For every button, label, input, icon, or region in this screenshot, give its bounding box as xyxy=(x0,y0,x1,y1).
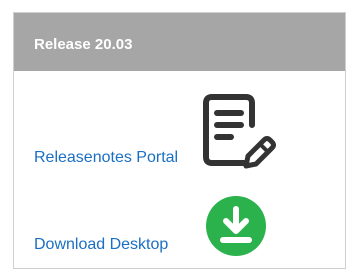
card-title: Release 20.03 xyxy=(34,36,133,53)
download-icon[interactable] xyxy=(206,196,266,256)
download-desktop-link[interactable]: Download Desktop xyxy=(34,236,168,254)
card-header: Release 20.03 xyxy=(14,13,345,71)
document-edit-icon[interactable] xyxy=(202,93,278,173)
release-card: Release 20.03 Releasenotes Portal Downlo… xyxy=(13,12,346,269)
releasenotes-portal-link[interactable]: Releasenotes Portal xyxy=(34,149,178,167)
